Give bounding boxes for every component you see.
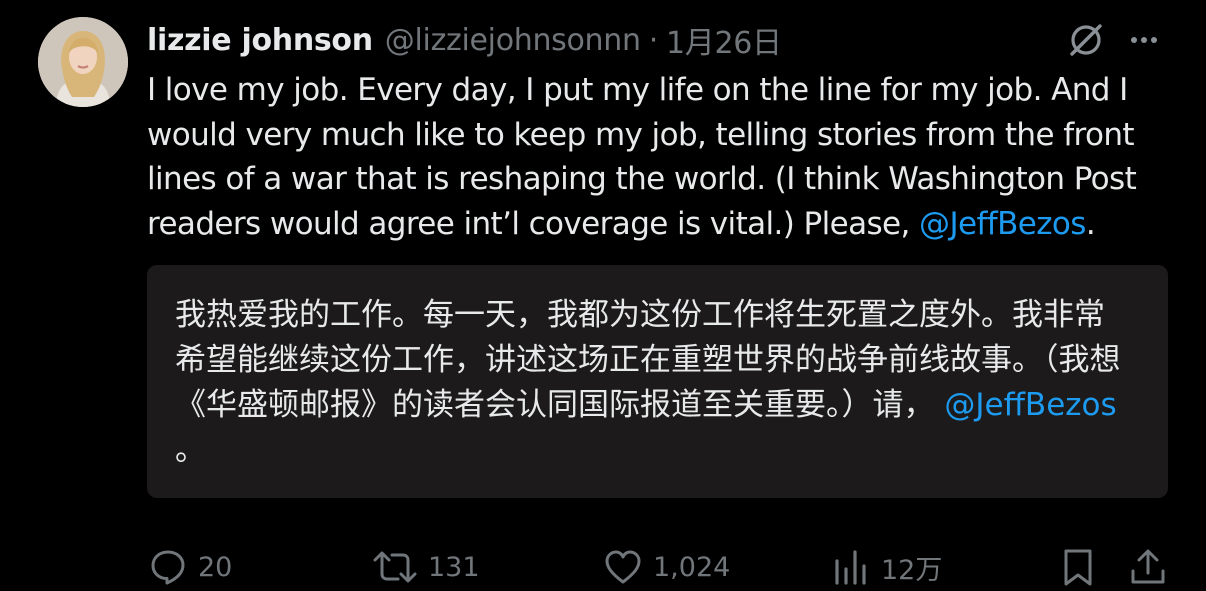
tweet-header: lizzie johnson @lizziejohnsonnn · 1月26日	[147, 18, 782, 62]
tweet[interactable]: lizzie johnson @lizziejohnsonnn · 1月26日 …	[0, 0, 1206, 591]
views-button[interactable]: 12万	[831, 545, 942, 589]
share-button[interactable]	[1128, 545, 1168, 589]
reply-count: 20	[198, 551, 233, 583]
mention-link[interactable]: @JeffBezos	[919, 206, 1086, 242]
views-icon	[835, 550, 866, 585]
translation-box: 我热爱我的工作。每一天，我都为这份工作将生死置之度外。我非常希望能继续这份工作，…	[147, 265, 1168, 498]
avatar-image	[38, 17, 128, 107]
display-name[interactable]: lizzie johnson	[147, 23, 373, 58]
grok-icon[interactable]	[1066, 20, 1106, 60]
like-button[interactable]: 1,024	[603, 545, 730, 589]
action-bar: 20 131 1,024 12万	[0, 545, 1206, 589]
repost-button[interactable]: 131	[372, 545, 480, 589]
tweet-text: I love my job. Every day, I put my life …	[147, 68, 1177, 246]
more-icon[interactable]	[1124, 20, 1164, 60]
views-count: 12万	[881, 554, 943, 586]
bookmark-button[interactable]	[1060, 545, 1096, 589]
user-handle[interactable]: @lizziejohnsonnn	[385, 23, 641, 58]
repost-count: 131	[428, 551, 480, 583]
like-count: 1,024	[653, 551, 731, 583]
header-separator: ·	[648, 22, 659, 58]
bookmark-icon	[1064, 549, 1092, 586]
avatar[interactable]	[38, 17, 128, 107]
share-icon	[1131, 549, 1165, 584]
tweet-text-end: .	[1085, 205, 1096, 242]
tweet-date[interactable]: 1月26日	[666, 18, 782, 62]
translation-text: 我热爱我的工作。每一天，我都为这份工作将生死置之度外。我非常希望能继续这份工作，…	[175, 293, 1135, 473]
repost-icon	[373, 551, 417, 583]
translation-end: 。	[175, 432, 206, 468]
reply-icon	[151, 550, 185, 585]
translation-mention-link[interactable]: @JeffBezos	[944, 387, 1116, 423]
heart-icon	[605, 550, 641, 584]
reply-button[interactable]: 20	[148, 545, 232, 589]
